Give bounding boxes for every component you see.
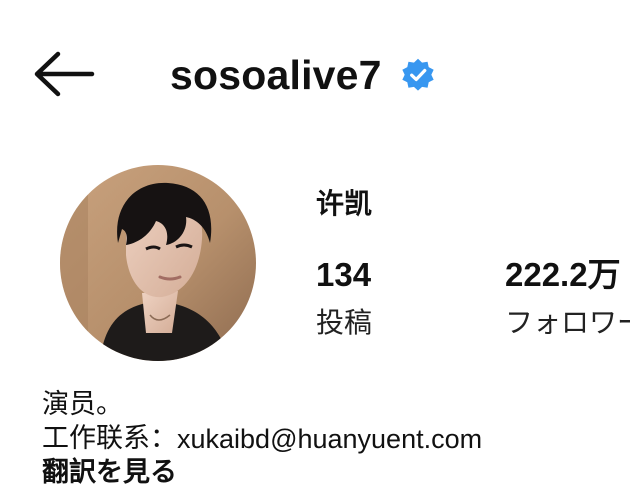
followers-label: フォロワー (505, 306, 630, 339)
profile-photo (60, 165, 256, 361)
followers-stat[interactable]: 222.2万 フォロワー (505, 258, 630, 337)
verified-badge-icon (402, 58, 434, 91)
arrow-left-icon (34, 51, 95, 97)
display-name: 许凯 (316, 187, 373, 220)
contact-label: 工作联系： (42, 423, 177, 454)
posts-stat[interactable]: 134 投稿 (316, 258, 372, 337)
translate-link[interactable]: 翻訳を見る (42, 456, 630, 490)
avatar[interactable] (60, 165, 256, 361)
bio: 演员。 工作联系： xukaibd@huanyuent.com 翻訳を見る (42, 388, 630, 490)
username: sosoalive7 (170, 51, 382, 98)
posts-label: 投稿 (316, 306, 373, 339)
profile-screen: sosoalive7 许凯 134 投稿 222.2万 フォロワ 演员。 工作联… (0, 0, 630, 500)
bio-text: 演员。 (42, 389, 123, 420)
contact-email: xukaibd@huanyuent.com (177, 424, 483, 454)
posts-count: 134 (316, 256, 372, 293)
bio-contact: 工作联系： xukaibd@huanyuent.com (42, 422, 630, 456)
followers-count: 222.2万 (505, 256, 621, 293)
username-row: sosoalive7 (170, 48, 436, 102)
back-button[interactable] (30, 50, 96, 98)
